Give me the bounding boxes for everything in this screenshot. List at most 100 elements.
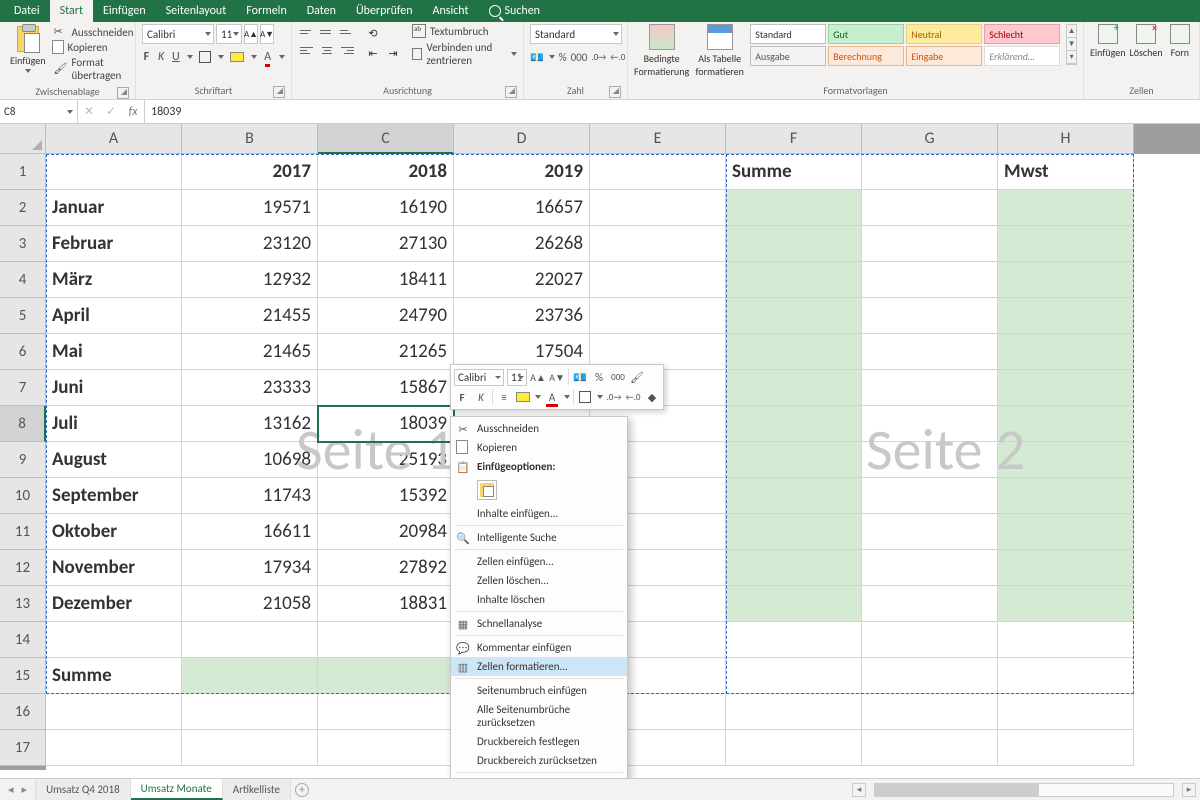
cell[interactable] — [182, 658, 318, 694]
mini-decrease-font[interactable]: A▼ — [549, 368, 565, 386]
mini-accounting[interactable]: 💶 — [572, 368, 588, 386]
ribbon-tab-daten[interactable]: Daten — [297, 0, 346, 22]
cell[interactable]: 23333 — [182, 370, 318, 406]
cell[interactable] — [46, 154, 182, 190]
row-header-2[interactable]: 2 — [0, 190, 46, 226]
column-header-D[interactable]: D — [454, 124, 590, 154]
cell[interactable] — [590, 262, 726, 298]
font-size-combo[interactable]: 11 — [216, 24, 242, 44]
cell[interactable] — [726, 514, 862, 550]
mini-font-combo[interactable]: Calibri — [454, 369, 504, 386]
cell[interactable]: 16657 — [454, 190, 590, 226]
cm-cut[interactable]: Ausschneiden — [451, 419, 627, 438]
column-header-G[interactable]: G — [862, 124, 998, 154]
cell[interactable]: März — [46, 262, 182, 298]
cell[interactable]: Januar — [46, 190, 182, 226]
paste-option-all[interactable] — [477, 480, 497, 500]
cell[interactable]: 18411 — [318, 262, 454, 298]
mini-comma[interactable]: 000 — [610, 368, 626, 386]
select-all-corner[interactable] — [0, 124, 46, 154]
style-chip-gut[interactable]: Gut — [828, 24, 904, 44]
row-header-15[interactable]: 15 — [0, 658, 46, 694]
align-top[interactable] — [298, 24, 316, 40]
cell[interactable] — [862, 406, 998, 442]
format-painter-button[interactable]: Format übertragen — [54, 55, 134, 83]
cell[interactable]: 20984 — [318, 514, 454, 550]
indent-increase[interactable]: ⇥ — [384, 44, 402, 62]
cell[interactable] — [318, 694, 454, 730]
new-sheet-button[interactable]: + — [291, 779, 313, 800]
cm-insert-cells[interactable]: Zellen einfügen... — [451, 552, 627, 571]
cell[interactable] — [998, 298, 1134, 334]
cell[interactable] — [726, 298, 862, 334]
ribbon-tab-seitenlayout[interactable]: Seitenlayout — [156, 0, 237, 22]
cell[interactable] — [726, 406, 862, 442]
cell[interactable]: 25193 — [318, 442, 454, 478]
font-launcher[interactable]: ◢ — [273, 86, 285, 98]
cell[interactable]: 18831 — [318, 586, 454, 622]
cell[interactable]: 2017 — [182, 154, 318, 190]
cell[interactable]: 26268 — [454, 226, 590, 262]
cell[interactable]: Summe — [726, 154, 862, 190]
style-chip-schlecht[interactable]: Schlecht — [984, 24, 1060, 44]
cell[interactable] — [862, 370, 998, 406]
row-header-1[interactable]: 1 — [0, 154, 46, 190]
align-bottom[interactable] — [338, 24, 356, 40]
cell[interactable] — [726, 550, 862, 586]
column-header-C[interactable]: C — [318, 124, 454, 154]
cell[interactable] — [726, 226, 862, 262]
mini-bold[interactable]: F — [454, 388, 470, 406]
cell[interactable]: 19571 — [182, 190, 318, 226]
cell[interactable] — [862, 586, 998, 622]
italic-button[interactable]: K — [157, 48, 166, 66]
cm-set-print-area[interactable]: Druckbereich festlegen — [451, 732, 627, 751]
cell[interactable]: 22027 — [454, 262, 590, 298]
align-middle[interactable] — [318, 24, 336, 40]
number-format-combo[interactable]: Standard — [530, 24, 622, 44]
comma-button[interactable]: 000 — [571, 48, 588, 66]
cell[interactable] — [998, 730, 1134, 766]
cell[interactable] — [998, 226, 1134, 262]
cm-delete-cells[interactable]: Zellen löschen... — [451, 571, 627, 590]
mini-dec-dec[interactable]: ←.0 — [625, 388, 641, 406]
cell[interactable]: 27892 — [318, 550, 454, 586]
cell[interactable]: Summe — [46, 658, 182, 694]
cell[interactable] — [182, 730, 318, 766]
style-chip-standard[interactable]: Standard — [750, 24, 826, 44]
cm-format-cells[interactable]: ▥Zellen formatieren... — [451, 657, 627, 676]
mini-border[interactable] — [577, 388, 593, 406]
cell[interactable] — [862, 154, 998, 190]
cell[interactable]: 15392 — [318, 478, 454, 514]
style-chip-eingabe[interactable]: Eingabe — [906, 46, 982, 66]
format-cells-button[interactable]: Forn — [1167, 24, 1193, 59]
mini-italic[interactable]: K — [473, 388, 489, 406]
cell[interactable] — [726, 586, 862, 622]
tell-me-search[interactable]: Suchen — [479, 0, 550, 22]
hscroll-track[interactable] — [874, 783, 1174, 797]
row-header-10[interactable]: 10 — [0, 478, 46, 514]
cell[interactable]: November — [46, 550, 182, 586]
row-header-3[interactable]: 3 — [0, 226, 46, 262]
delete-cells-button[interactable]: Löschen — [1130, 24, 1163, 59]
row-header-5[interactable]: 5 — [0, 298, 46, 334]
cell[interactable] — [862, 190, 998, 226]
row-header-13[interactable]: 13 — [0, 586, 46, 622]
cell[interactable]: Juli — [46, 406, 182, 442]
cell[interactable]: 21265 — [318, 334, 454, 370]
underline-button[interactable]: U — [172, 48, 181, 66]
style-chip-erklrend[interactable]: Erklärend… — [984, 46, 1060, 66]
cm-quick-analysis[interactable]: ▦Schnellanalyse — [451, 614, 627, 633]
cm-insert-comment[interactable]: 💬Kommentar einfügen — [451, 638, 627, 657]
cell[interactable]: Juni — [46, 370, 182, 406]
accept-formula-icon[interactable]: ✓ — [100, 104, 122, 119]
format-as-table-button[interactable]: Als Tabelle formatieren — [695, 24, 744, 78]
row-header-16[interactable]: 16 — [0, 694, 46, 730]
cell[interactable]: April — [46, 298, 182, 334]
cell[interactable] — [998, 262, 1134, 298]
mini-align[interactable]: ≡ — [496, 388, 512, 406]
decrease-decimal[interactable]: ←.0 — [610, 48, 625, 66]
cell[interactable] — [998, 334, 1134, 370]
mini-fill[interactable] — [515, 388, 531, 406]
ribbon-tab-datei[interactable]: Datei — [4, 0, 50, 22]
mini-font-color[interactable]: A — [544, 388, 560, 406]
